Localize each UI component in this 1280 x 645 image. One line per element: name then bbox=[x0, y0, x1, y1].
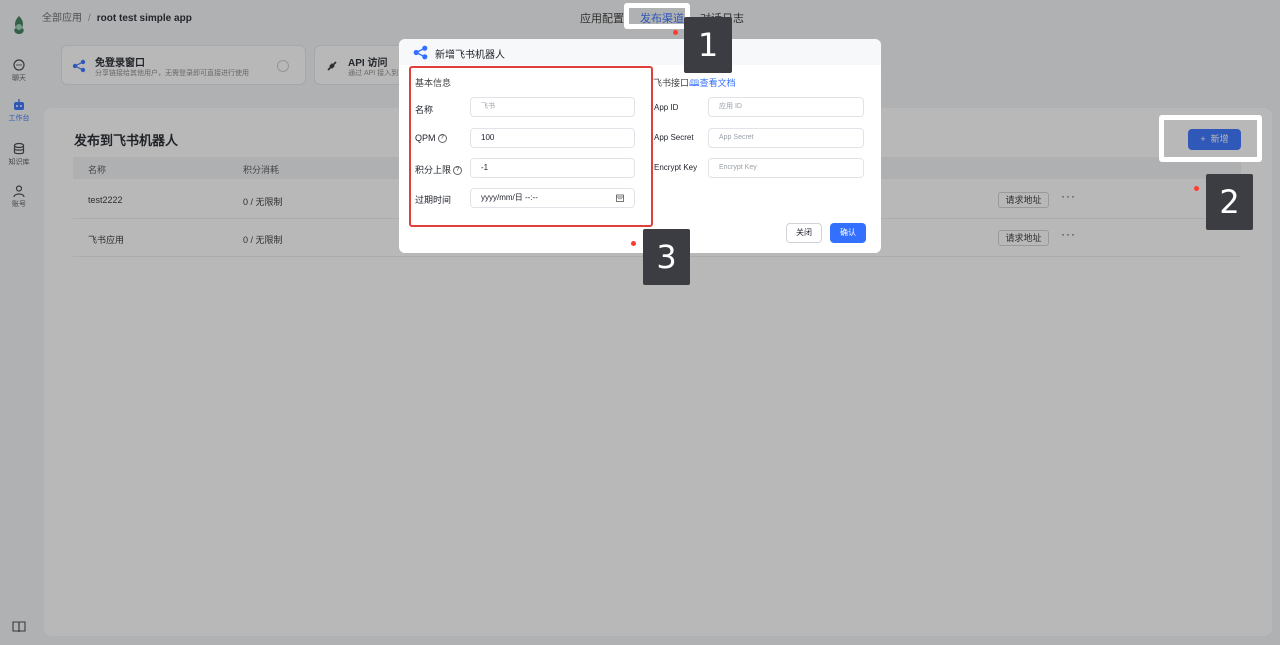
highlight-box-add bbox=[1159, 115, 1262, 162]
confirm-button[interactable]: 确认 bbox=[830, 223, 866, 243]
view-doc-label: 查看文档 bbox=[699, 78, 736, 88]
modal-header: 新增飞书机器人 bbox=[399, 39, 881, 65]
callout-1: 1 bbox=[684, 17, 732, 73]
app-id-label: App ID bbox=[654, 103, 679, 112]
annotation-dot bbox=[1194, 186, 1199, 191]
share-icon bbox=[413, 45, 428, 60]
feishu-section-title: 飞书接口🕮查看文档 bbox=[653, 76, 736, 92]
encrypt-key-input[interactable]: Encrypt Key bbox=[708, 158, 864, 178]
annotation-dot bbox=[631, 241, 636, 246]
app-secret-label: App Secret bbox=[654, 133, 694, 142]
app-id-input[interactable]: 应用 ID bbox=[708, 97, 864, 117]
callout-3: 3 bbox=[643, 229, 690, 285]
highlight-box-tab bbox=[624, 3, 690, 29]
highlight-box-basic-info bbox=[409, 66, 653, 227]
encrypt-key-label: Encrypt Key bbox=[654, 163, 698, 172]
feishu-section-label: 飞书接口 bbox=[653, 78, 690, 88]
app-secret-input[interactable]: App Secret bbox=[708, 128, 864, 148]
book-icon: 🕮 bbox=[689, 78, 700, 88]
annotation-dot bbox=[673, 30, 678, 35]
view-doc-link[interactable]: 🕮查看文档 bbox=[689, 78, 736, 88]
callout-2: 2 bbox=[1206, 174, 1253, 230]
close-button[interactable]: 关闭 bbox=[786, 223, 822, 243]
modal-title: 新增飞书机器人 bbox=[435, 50, 505, 61]
